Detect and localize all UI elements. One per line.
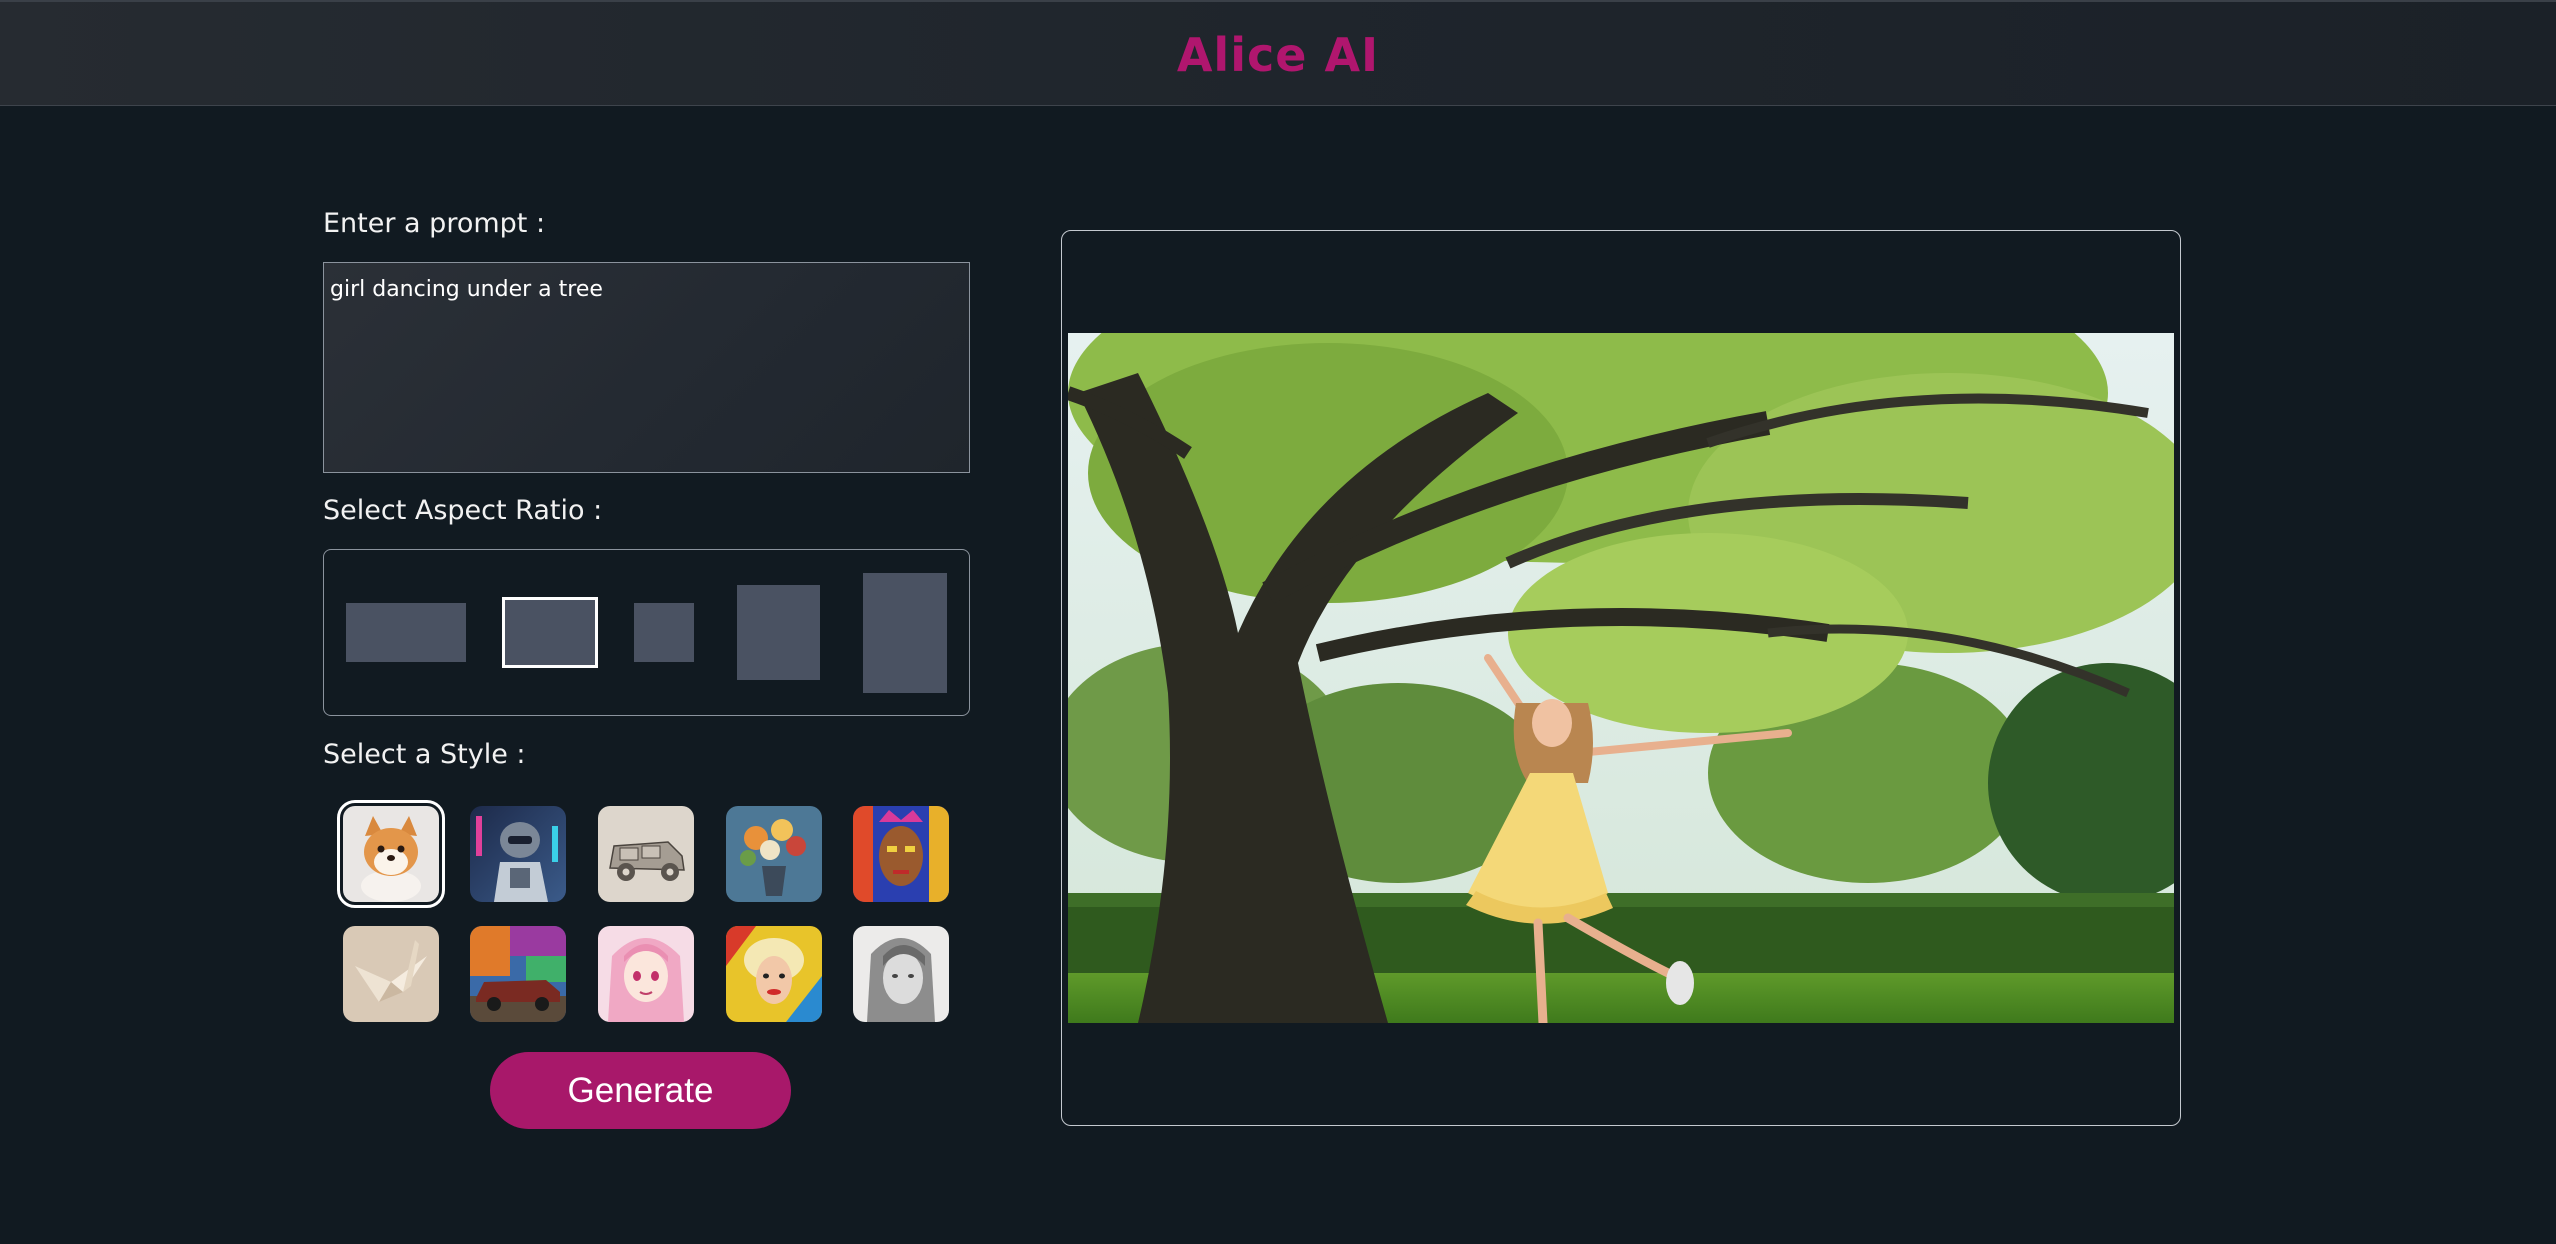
- aspect-ratio-wide[interactable]: [346, 603, 466, 662]
- result-panel: [1061, 230, 2181, 1126]
- style-option-sketch[interactable]: [598, 806, 694, 902]
- style-option-anime[interactable]: [598, 926, 694, 1022]
- style-option-cyberpunk[interactable]: [470, 806, 566, 902]
- generate-button[interactable]: Generate: [490, 1052, 791, 1129]
- aspect-ratio-selector: [323, 549, 970, 716]
- style-option-pencil-drawing[interactable]: [853, 926, 949, 1022]
- pop-art-woman-thumbnail: [726, 926, 822, 1022]
- vintage-car-sketch-thumbnail: [598, 806, 694, 902]
- graffiti-car-thumbnail: [470, 926, 566, 1022]
- prompt-text: girl dancing under a tree: [330, 277, 603, 302]
- prompt-textarea[interactable]: girl dancing under a tree: [323, 262, 970, 473]
- anime-girl-thumbnail: [598, 926, 694, 1022]
- app-title: Alice AI: [1176, 28, 1380, 82]
- aspect-ratio-landscape[interactable]: [502, 597, 598, 668]
- aspect-ratio-tall[interactable]: [863, 573, 947, 693]
- flower-vase-thumbnail: [726, 806, 822, 902]
- paper-crane-thumbnail: [343, 926, 439, 1022]
- girl-dancing-under-tree-image: [1068, 333, 2174, 1023]
- app-header: Alice AI: [0, 0, 2556, 106]
- aspect-ratio-label: Select Aspect Ratio :: [323, 495, 603, 526]
- style-option-pop-art[interactable]: [726, 926, 822, 1022]
- style-option-graffiti[interactable]: [470, 926, 566, 1022]
- style-option-oil-painting[interactable]: [726, 806, 822, 902]
- robot-thumbnail: [470, 806, 566, 902]
- aspect-ratio-square[interactable]: [634, 603, 694, 662]
- style-option-3d-render[interactable]: [337, 800, 445, 908]
- pencil-portrait-thumbnail: [853, 926, 949, 1022]
- generated-image[interactable]: [1068, 333, 2174, 1023]
- shiba-dog-thumbnail: [343, 806, 439, 902]
- prompt-label: Enter a prompt :: [323, 208, 546, 239]
- aspect-ratio-portrait[interactable]: [737, 585, 820, 680]
- style-option-origami[interactable]: [343, 926, 439, 1022]
- style-option-pop-portrait[interactable]: [853, 806, 949, 902]
- colorful-face-thumbnail: [853, 806, 949, 902]
- style-label: Select a Style :: [323, 739, 526, 770]
